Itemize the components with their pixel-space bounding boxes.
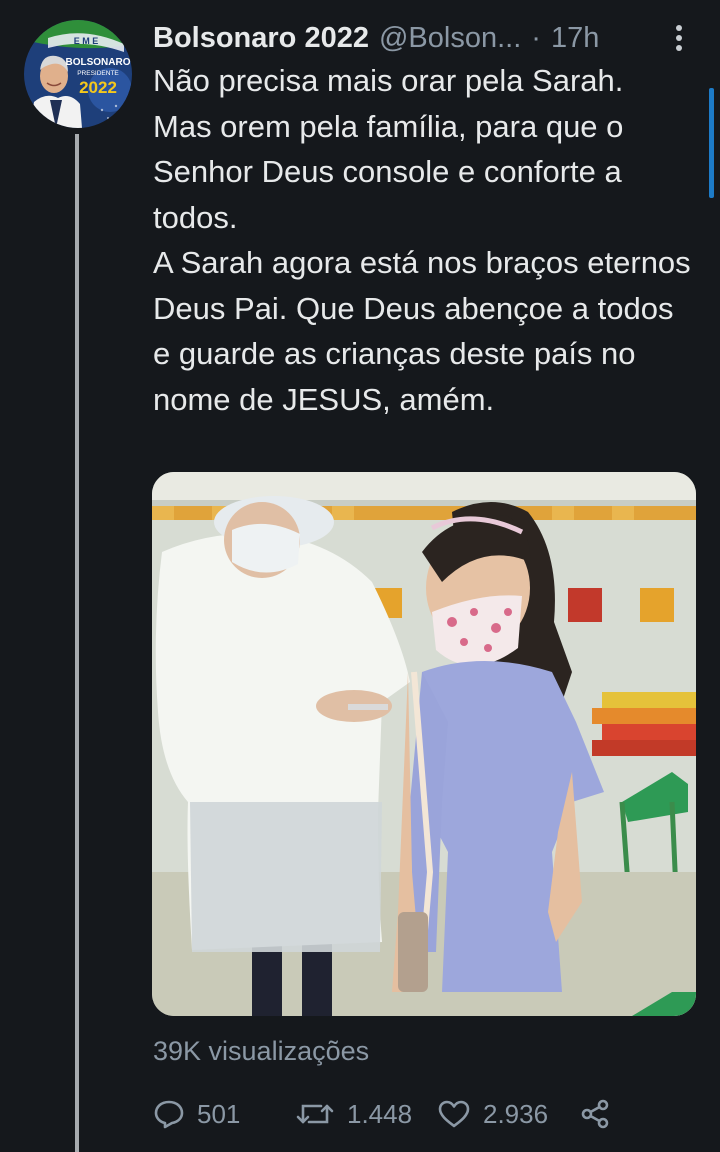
tweet-text: Não precisa mais orar pela Sarah. Mas or… bbox=[153, 63, 691, 417]
avatar-badge-year: 2022 bbox=[79, 78, 117, 97]
retweet-button[interactable]: 1.448 bbox=[295, 1092, 412, 1136]
separator-dot: · bbox=[531, 21, 541, 54]
more-options-button[interactable] bbox=[664, 22, 694, 54]
retweet-icon bbox=[296, 1104, 334, 1124]
avatar[interactable]: E M E BOLSONARO PRESIDENTE 2022 bbox=[24, 20, 132, 128]
scroll-indicator[interactable] bbox=[709, 88, 714, 198]
reply-button[interactable]: 501 bbox=[153, 1092, 240, 1136]
avatar-banner-text: E M E bbox=[74, 36, 99, 46]
avatar-badge-top: BOLSONARO bbox=[66, 57, 131, 68]
heart-icon bbox=[438, 1100, 470, 1128]
more-vertical-icon bbox=[676, 25, 682, 51]
display-name[interactable]: Bolsonaro 2022 bbox=[153, 22, 369, 55]
share-icon bbox=[581, 1099, 609, 1129]
user-handle[interactable]: @Bolson... bbox=[379, 22, 521, 55]
thread-line bbox=[75, 134, 79, 1152]
like-count: 2.936 bbox=[483, 1098, 549, 1129]
vaccination-photo bbox=[152, 472, 696, 1016]
avatar-image: E M E BOLSONARO PRESIDENTE 2022 bbox=[24, 20, 132, 128]
avatar-badge-mid: PRESIDENTE bbox=[77, 70, 119, 77]
like-button[interactable]: 2.936 bbox=[437, 1092, 548, 1136]
reply-count: 501 bbox=[197, 1098, 241, 1129]
tweet-actions: 501 1.448 2.936 bbox=[153, 1092, 623, 1136]
view-count: 39K visualizações bbox=[153, 1036, 370, 1066]
tweet[interactable]: E M E BOLSONARO PRESIDENTE 2022 Bolsonar… bbox=[0, 0, 720, 1152]
reply-icon bbox=[154, 1100, 184, 1129]
tweet-header: Bolsonaro 2022 @Bolson... · 17h bbox=[153, 18, 693, 58]
tweet-media-photo[interactable] bbox=[152, 472, 696, 1016]
retweet-count: 1.448 bbox=[347, 1098, 413, 1129]
share-button[interactable] bbox=[579, 1092, 611, 1136]
tweet-time[interactable]: 17h bbox=[551, 22, 599, 55]
